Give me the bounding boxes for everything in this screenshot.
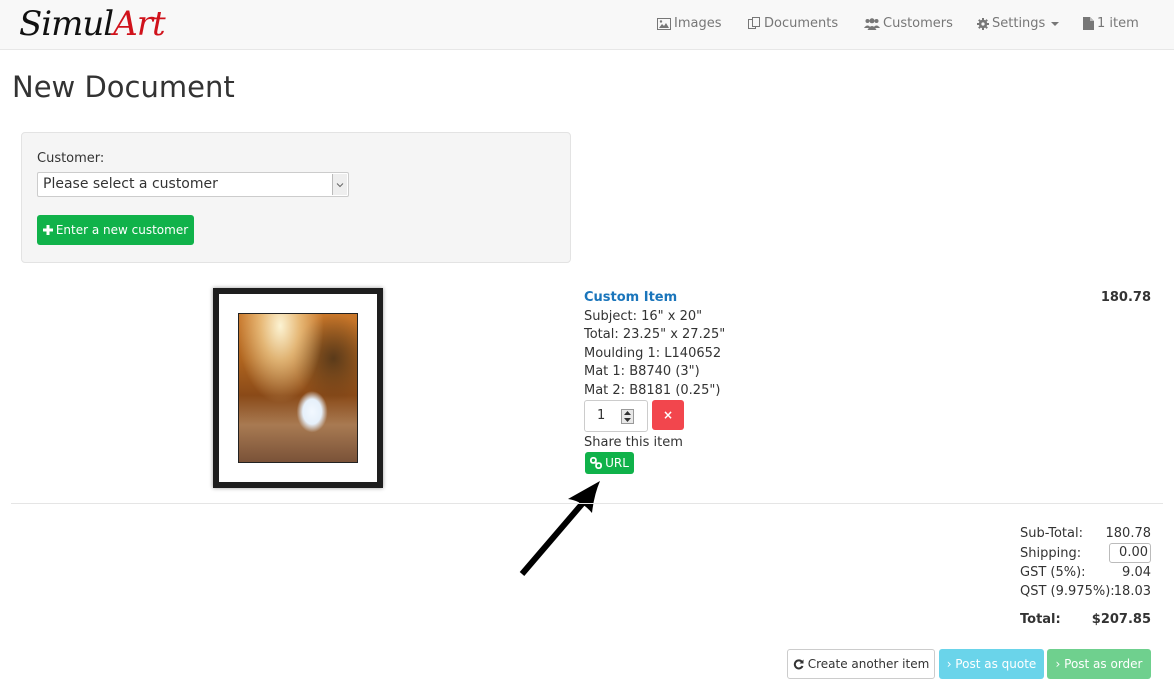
- share-url-label: URL: [605, 456, 629, 470]
- file-icon: [1083, 17, 1094, 30]
- nav-customers-label: Customers: [883, 16, 953, 31]
- item-title[interactable]: Custom Item: [584, 290, 677, 305]
- gst-value: 9.04: [1122, 565, 1151, 580]
- remove-item-button[interactable]: ×: [652, 400, 684, 430]
- item-price: 180.78: [1100, 290, 1151, 305]
- shipping-label: Shipping:: [1020, 546, 1082, 561]
- nav-images-label: Images: [674, 16, 722, 31]
- create-another-label: Create another item: [807, 657, 930, 671]
- gst-label: GST (5%):: [1020, 565, 1086, 580]
- documents-icon: [748, 17, 760, 29]
- item-total-size: Total: 23.25" x 27.25": [584, 327, 726, 342]
- new-customer-button[interactable]: Enter a new customer: [37, 215, 194, 245]
- nav-documents-label: Documents: [764, 16, 839, 31]
- share-label: Share this item: [584, 435, 683, 450]
- nav-settings-label: Settings: [992, 16, 1046, 31]
- post-as-order-label: › Post as order: [1055, 657, 1143, 671]
- post-as-order-button[interactable]: › Post as order: [1047, 649, 1151, 679]
- create-another-item-button[interactable]: Create another item: [787, 649, 935, 679]
- customer-select-value: Please select a customer: [43, 176, 218, 192]
- total-label: Total:: [1020, 612, 1061, 627]
- framed-artwork-preview: [213, 288, 383, 488]
- item-moulding: Moulding 1: L140652: [584, 346, 722, 361]
- nav-settings[interactable]: Settings: [977, 16, 1060, 31]
- brand-part1: Simul: [19, 4, 114, 44]
- divider: [11, 503, 1163, 504]
- post-as-quote-button[interactable]: › Post as quote: [939, 649, 1044, 679]
- refresh-icon: [793, 658, 804, 669]
- new-customer-label: Enter a new customer: [55, 223, 189, 237]
- item-mat2: Mat 2: B8181 (0.25"): [584, 383, 721, 398]
- gear-icon: [977, 17, 989, 30]
- caret-down-icon: [1051, 21, 1060, 26]
- spin-up-icon[interactable]: [624, 411, 631, 416]
- image-icon: [657, 17, 671, 30]
- quantity-stepper[interactable]: 1: [584, 400, 648, 432]
- share-url-button[interactable]: URL: [585, 452, 634, 474]
- total-value: $207.85: [1091, 612, 1151, 627]
- nav-cart-label: 1 item: [1097, 16, 1139, 31]
- customer-panel: Customer: Please select a customer Enter…: [21, 132, 571, 263]
- artwork-image: [238, 313, 358, 463]
- page-title: New Document: [12, 70, 235, 104]
- customer-label: Customer:: [37, 151, 105, 166]
- navbar: SimulArt Images Documents Customers Sett…: [0, 0, 1174, 50]
- spin-down-icon[interactable]: [624, 417, 631, 422]
- nav-customers[interactable]: Customers: [864, 16, 953, 31]
- annotation-arrow-icon: [519, 481, 600, 576]
- chevron-down-icon: [332, 174, 347, 195]
- close-icon: ×: [662, 408, 674, 422]
- brand-part2: Art: [113, 4, 165, 44]
- qst-label: QST (9.975%):: [1020, 584, 1115, 599]
- shipping-input[interactable]: 0.00: [1109, 543, 1151, 563]
- nav-images[interactable]: Images: [657, 16, 722, 31]
- nav-cart[interactable]: 1 item: [1083, 16, 1139, 31]
- nav-documents[interactable]: Documents: [748, 16, 838, 31]
- plus-icon: [42, 225, 53, 235]
- mat: [219, 294, 377, 482]
- customer-select[interactable]: Please select a customer: [37, 172, 349, 197]
- post-as-quote-label: › Post as quote: [946, 657, 1037, 671]
- quantity-value: 1: [597, 408, 606, 423]
- link-icon: [590, 457, 603, 469]
- item-mat1: Mat 1: B8740 (3"): [584, 364, 700, 379]
- subtotal-label: Sub-Total:: [1020, 526, 1083, 541]
- subtotal-value: 180.78: [1105, 526, 1152, 541]
- qst-value: 18.03: [1113, 584, 1151, 599]
- spinner-buttons[interactable]: [621, 409, 634, 424]
- users-icon: [864, 17, 880, 30]
- brand-logo[interactable]: SimulArt: [19, 4, 166, 44]
- item-subject: Subject: 16" x 20": [584, 309, 703, 324]
